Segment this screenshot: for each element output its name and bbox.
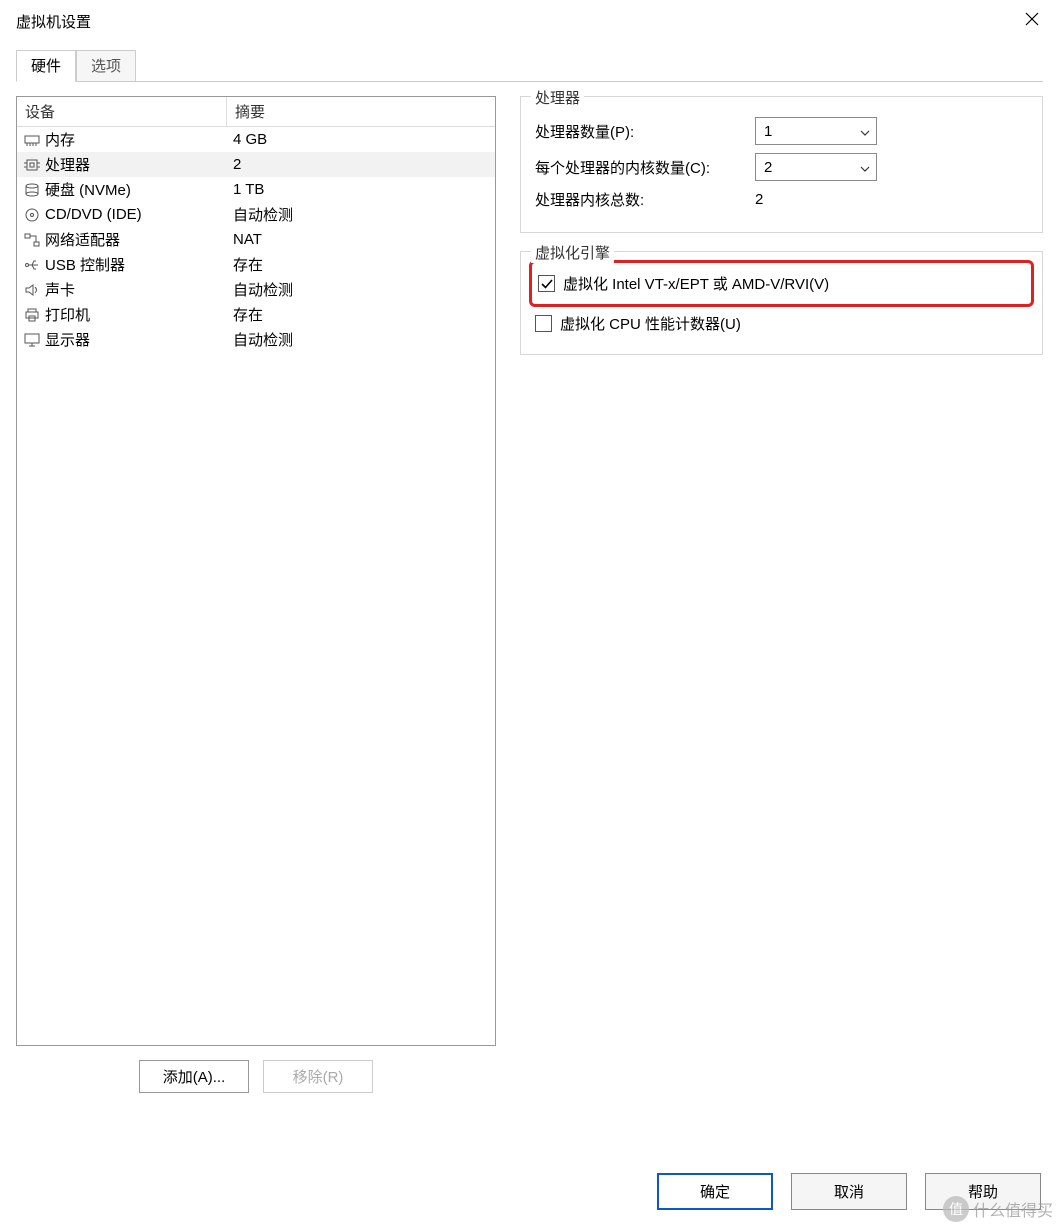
hardware-panel: 设备 摘要 内存4 GB处理器2硬盘 (NVMe)1 TBCD/DVD (IDE… (16, 82, 1043, 1093)
device-row[interactable]: CD/DVD (IDE) 自动检测 (17, 202, 495, 227)
row-total-cores: 处理器内核总数: 2 (535, 189, 1028, 210)
device-name: 处理器 (45, 154, 90, 175)
device-row[interactable]: 内存 4 GB (17, 127, 495, 152)
device-name: USB 控制器 (45, 254, 125, 275)
device-summary: 1 TB (227, 179, 495, 200)
label-total-cores: 处理器内核总数: (535, 189, 755, 210)
device-summary: 自动检测 (227, 277, 495, 302)
device-row[interactable]: 打印机 存在 (17, 302, 495, 327)
dialog-button-row: 确定 取消 帮助 (657, 1173, 1041, 1210)
device-summary: 自动检测 (227, 202, 495, 227)
device-name: 内存 (45, 129, 75, 150)
device-row[interactable]: 显示器 自动检测 (17, 327, 495, 352)
ok-button[interactable]: 确定 (657, 1173, 773, 1210)
row-cores-per-proc: 每个处理器的内核数量(C): 2 (535, 153, 1028, 181)
close-button[interactable] (1009, 5, 1055, 37)
chevron-down-icon (860, 123, 870, 140)
processors-group: 处理器 处理器数量(P): 1 每个处理器的内核数量(C): 2 (520, 96, 1043, 233)
tabs: 硬件 选项 (16, 50, 1043, 82)
processors-group-title: 处理器 (531, 87, 584, 108)
checkbox-vt[interactable] (538, 275, 555, 292)
cd-icon (23, 207, 41, 223)
label-vt: 虚拟化 Intel VT-x/EPT 或 AMD-V/RVI(V) (563, 273, 829, 294)
checkbox-row-vt[interactable]: 虚拟化 Intel VT-x/EPT 或 AMD-V/RVI(V) (538, 273, 1025, 294)
device-summary: 自动检测 (227, 327, 495, 352)
header-summary: 摘要 (227, 97, 495, 127)
tab-hardware[interactable]: 硬件 (16, 50, 76, 82)
title-bar: 虚拟机设置 (0, 0, 1059, 42)
usb-icon (23, 257, 41, 273)
checkbox-perf[interactable] (535, 315, 552, 332)
add-device-button[interactable]: 添加(A)... (139, 1060, 249, 1093)
header-device: 设备 (17, 97, 227, 127)
dialog-content: 硬件 选项 设备 摘要 内存4 GB处理器2硬盘 (NVMe)1 TBCD/DV… (0, 42, 1059, 1109)
close-icon (1025, 12, 1039, 30)
left-column: 设备 摘要 内存4 GB处理器2硬盘 (NVMe)1 TBCD/DVD (IDE… (16, 96, 496, 1093)
virt-engine-group: 虚拟化引擎 虚拟化 Intel VT-x/EPT 或 AMD-V/RVI(V) … (520, 251, 1043, 355)
device-list-header: 设备 摘要 (17, 97, 495, 127)
cancel-button[interactable]: 取消 (791, 1173, 907, 1210)
device-summary: 存在 (227, 252, 495, 277)
device-name: CD/DVD (IDE) (45, 206, 142, 223)
label-perf: 虚拟化 CPU 性能计数器(U) (560, 313, 741, 334)
net-icon (23, 232, 41, 248)
device-row[interactable]: 硬盘 (NVMe) 1 TB (17, 177, 495, 202)
cpu-icon (23, 157, 41, 173)
device-name: 硬盘 (NVMe) (45, 179, 131, 200)
device-name: 打印机 (45, 304, 90, 325)
device-list: 设备 摘要 内存4 GB处理器2硬盘 (NVMe)1 TBCD/DVD (IDE… (16, 96, 496, 1046)
chevron-down-icon (860, 159, 870, 176)
tab-options[interactable]: 选项 (76, 50, 136, 81)
select-proc-count-value: 1 (764, 123, 772, 140)
device-row[interactable]: 网络适配器 NAT (17, 227, 495, 252)
device-buttons: 添加(A)... 移除(R) (16, 1060, 496, 1093)
device-name: 显示器 (45, 329, 90, 350)
printer-icon (23, 307, 41, 323)
row-proc-count: 处理器数量(P): 1 (535, 117, 1028, 145)
display-icon (23, 332, 41, 348)
select-proc-count[interactable]: 1 (755, 117, 877, 145)
select-cores-value: 2 (764, 159, 772, 176)
virt-engine-group-title: 虚拟化引擎 (531, 242, 614, 263)
device-row[interactable]: 声卡 自动检测 (17, 277, 495, 302)
device-summary: NAT (227, 229, 495, 250)
window-title: 虚拟机设置 (16, 11, 91, 32)
sound-icon (23, 282, 41, 298)
device-summary: 4 GB (227, 129, 495, 150)
checkbox-row-perf[interactable]: 虚拟化 CPU 性能计数器(U) (535, 313, 1028, 334)
help-button[interactable]: 帮助 (925, 1173, 1041, 1210)
device-name: 声卡 (45, 279, 75, 300)
vt-highlight: 虚拟化 Intel VT-x/EPT 或 AMD-V/RVI(V) (529, 260, 1034, 307)
label-cores-per-proc: 每个处理器的内核数量(C): (535, 157, 755, 178)
right-column: 处理器 处理器数量(P): 1 每个处理器的内核数量(C): 2 (520, 96, 1043, 1093)
remove-device-button[interactable]: 移除(R) (263, 1060, 373, 1093)
value-total-cores: 2 (755, 191, 763, 208)
device-summary: 2 (227, 154, 495, 175)
label-proc-count: 处理器数量(P): (535, 121, 755, 142)
device-row[interactable]: USB 控制器 存在 (17, 252, 495, 277)
memory-icon (23, 132, 41, 148)
device-name: 网络适配器 (45, 229, 120, 250)
device-summary: 存在 (227, 302, 495, 327)
disk-icon (23, 182, 41, 198)
device-row[interactable]: 处理器 2 (17, 152, 495, 177)
select-cores-per-proc[interactable]: 2 (755, 153, 877, 181)
